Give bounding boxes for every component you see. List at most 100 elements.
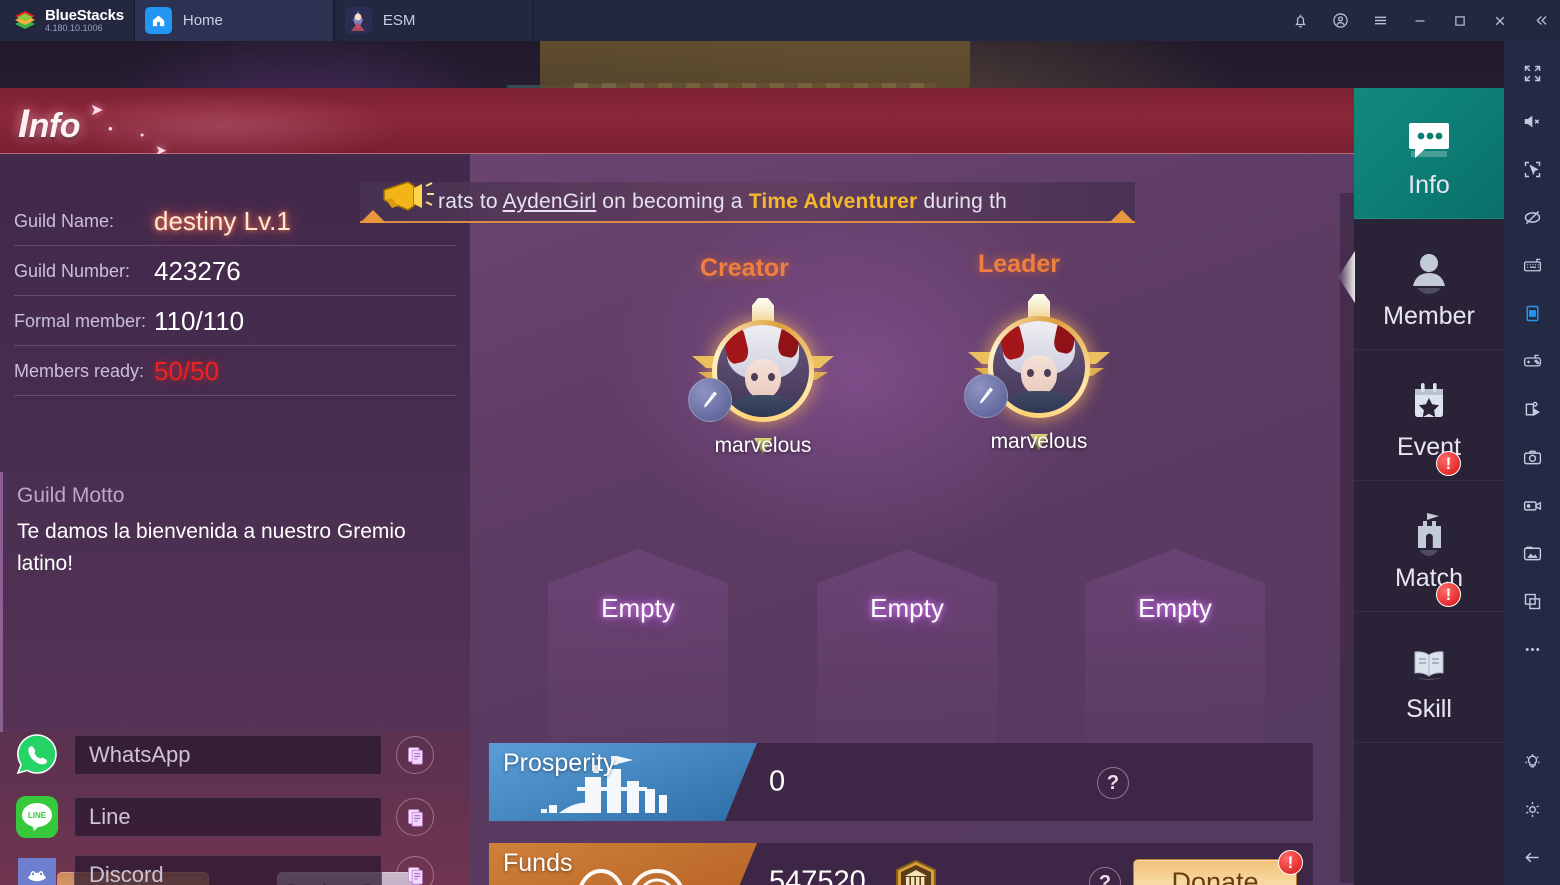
members-ready-row: Members ready: 50/50 [14, 348, 456, 396]
copy-icon[interactable] [396, 856, 434, 885]
media-gallery-icon[interactable] [1512, 533, 1552, 574]
guild-motto-text: Te damos la bienvenida a nuestro Gremio … [17, 520, 406, 575]
announcement-suffix: during th [917, 189, 1007, 213]
sidebar-item-member[interactable]: Member [1354, 219, 1504, 350]
copy-icon[interactable] [396, 736, 434, 774]
discord-icon [14, 852, 60, 885]
guild-motto-heading: Guild Motto [17, 484, 125, 507]
collapse-sidebar-button[interactable] [1520, 0, 1560, 41]
tab-home[interactable]: Home [133, 0, 334, 41]
gamepad-icon[interactable] [1512, 341, 1552, 382]
maximize-button[interactable] [1440, 0, 1480, 41]
back-arrow-icon[interactable] [1512, 837, 1552, 878]
funds-value: 547520 [769, 865, 866, 885]
brand-version: 4.180.10.1006 [45, 22, 103, 33]
announcement-player: AydenGirl [502, 189, 597, 213]
macro-icon[interactable] [1512, 389, 1552, 430]
account-icon[interactable] [1320, 0, 1360, 41]
discord-input[interactable]: Discord [74, 855, 382, 885]
sparkle-decor-icon: ● [108, 124, 113, 133]
announcement-highlight: Time Adventurer [748, 189, 918, 213]
bluestacks-logo-icon [12, 8, 38, 34]
megaphone-icon [370, 174, 442, 216]
line-input[interactable]: Line [74, 797, 382, 837]
member-slot-label: Baby [1147, 501, 1203, 528]
announcement-middle: on becoming a [596, 189, 749, 213]
creator-avatar-card[interactable]: marvelous [688, 298, 838, 472]
castle-icon [1401, 500, 1457, 558]
tab-esm[interactable]: ESM [333, 0, 534, 41]
member-slot-status: Empty [601, 593, 675, 623]
member-slot-label: Baby [879, 501, 935, 528]
member-slot[interactable]: Baby Empty [1085, 549, 1265, 764]
sidebar-item-skill[interactable]: Skill [1354, 612, 1504, 743]
sidebar-item-match[interactable]: Match ! [1354, 481, 1504, 612]
copy-icon[interactable] [396, 798, 434, 836]
screenshot-camera-icon[interactable] [1512, 437, 1552, 478]
social-row-whatsapp: WhatsApp [14, 728, 434, 782]
multi-instance-icon[interactable] [1512, 581, 1552, 622]
dialog-header: Info ➤ ● ● ➤ [0, 88, 1390, 158]
status-badge: ! [1436, 451, 1461, 476]
prosperity-help-button[interactable]: ? [1097, 767, 1129, 799]
fullscreen-icon[interactable] [1512, 53, 1552, 94]
member-slot[interactable]: Baby Empty [817, 549, 997, 764]
guild-number-value: 423276 [154, 256, 241, 286]
emulator-toolbar [1504, 41, 1560, 885]
prosperity-bar: Prosperity 0 ? [488, 742, 1314, 822]
close-button[interactable] [1480, 0, 1520, 41]
announcement-prefix: rats to [438, 189, 503, 213]
leader-role-label: Leader [978, 250, 1060, 278]
member-slot-status: Empty [870, 593, 944, 623]
person-icon [1401, 238, 1457, 296]
minimize-button[interactable] [1400, 0, 1440, 41]
member-slot[interactable]: Baby Empty [548, 549, 728, 764]
leader-avatar-card[interactable]: marvelous [964, 294, 1114, 468]
leader-name: marvelous [990, 430, 1088, 453]
creator-role-label: Creator [700, 254, 789, 282]
more-options-icon[interactable] [1512, 629, 1552, 670]
sword-icon [688, 378, 732, 422]
page-title-rest: nfo [28, 107, 81, 145]
creator-name: marvelous [714, 434, 812, 457]
sidebar-item-info-label: Info [1408, 170, 1450, 199]
prosperity-label: Prosperity [503, 749, 616, 777]
guild-bank-icon [893, 859, 939, 885]
guild-number-label: Guild Number: [14, 261, 131, 281]
whatsapp-icon [14, 732, 60, 778]
brand-name: BlueStacks [45, 6, 124, 24]
prosperity-badge: Prosperity [489, 743, 757, 821]
guild-details-column: Guild Name: destiny Lv.1 Guild Number: 4… [0, 154, 470, 885]
donate-button[interactable]: Donate [1133, 859, 1297, 885]
announcement-text: rats to AydenGirl on becoming a Time Adv… [438, 190, 1007, 214]
sidebar-item-info[interactable]: Info [1354, 88, 1504, 219]
phone-rotate-icon[interactable] [1512, 293, 1552, 334]
members-ready-value: 50/50 [154, 356, 220, 386]
formal-member-row: Formal member: 110/110 [14, 298, 456, 346]
eye-off-icon[interactable] [1512, 197, 1552, 238]
cursor-capture-icon[interactable] [1512, 149, 1552, 190]
sidebar-item-skill-label: Skill [1406, 694, 1452, 723]
mute-icon[interactable] [1512, 101, 1552, 142]
announcement-banner: rats to AydenGirl on becoming a Time Adv… [360, 181, 1135, 223]
whatsapp-input[interactable]: WhatsApp [74, 735, 382, 775]
keyboard-icon[interactable] [1512, 245, 1552, 286]
guild-nav: Info Member Event ! Match ! Skill [1338, 88, 1504, 885]
dialog-body: Guild Name: destiny Lv.1 Guild Number: 4… [0, 154, 1390, 885]
guild-name-value: destiny Lv.1 [154, 206, 291, 236]
guild-motto-panel: Guild Motto Te damos la bienvenida a nue… [0, 472, 470, 732]
tips-lightbulb-icon[interactable] [1512, 741, 1552, 782]
notifications-icon[interactable] [1280, 0, 1320, 41]
tab-esm-label: ESM [382, 12, 416, 29]
sparkle-decor-icon: ● [140, 132, 145, 139]
video-record-icon[interactable] [1512, 485, 1552, 526]
menu-icon[interactable] [1360, 0, 1400, 41]
prosperity-value: 0 [769, 765, 786, 798]
member-slot-label: Baby [610, 501, 666, 528]
guild-name-label: Guild Name: [14, 211, 115, 231]
settings-gear-icon[interactable] [1512, 789, 1552, 830]
funds-bar: Funds 547520 ? Donate ! [488, 842, 1314, 885]
funds-label: Funds [503, 849, 573, 877]
sidebar-item-event[interactable]: Event ! [1354, 350, 1504, 481]
funds-help-button[interactable]: ? [1089, 867, 1121, 885]
